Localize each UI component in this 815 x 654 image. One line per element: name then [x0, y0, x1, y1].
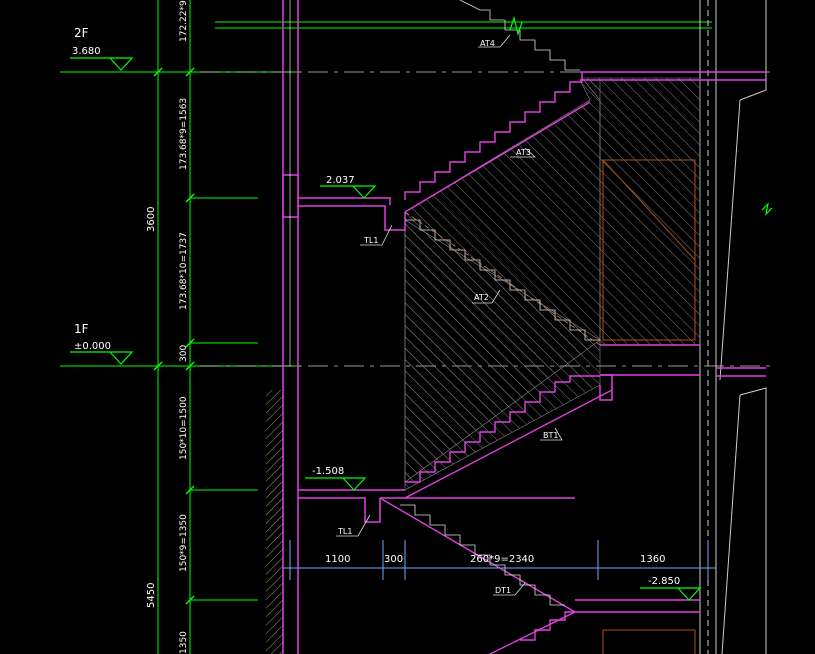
level-b-value: -1.508 — [312, 466, 344, 477]
level-2f-name: 2F — [74, 26, 89, 40]
landing-hatch — [581, 77, 701, 346]
vdim-3: 173.68*10=1737 — [179, 232, 189, 310]
level-1f-value: ±0.000 — [74, 341, 111, 352]
hdim-3: 260*9=2340 — [470, 554, 534, 565]
level-1f-name: 1F — [74, 322, 89, 336]
vdim-1: 172.22*9 — [179, 0, 189, 42]
hdim-2: 300 — [384, 554, 403, 565]
label-bt1: BT1 — [543, 431, 558, 440]
level-c-value: -2.850 — [648, 576, 680, 587]
level-a-value: 2.037 — [326, 175, 355, 186]
label-dt1: DT1 — [495, 586, 511, 595]
break-line-right — [761, 202, 773, 216]
hdim-4: 1360 — [640, 554, 665, 565]
label-at4: AT4 — [480, 39, 495, 48]
hdim-1: 1100 — [325, 554, 350, 565]
vdim-6: 150*9=1350 — [179, 514, 189, 572]
label-tl1-lower: TL1 — [337, 527, 352, 536]
level-2f-value: 3.680 — [72, 46, 101, 57]
overall-dim-lower: 5450 — [146, 583, 157, 608]
stair-section-drawing: 2F 3.680 1F ±0.000 2.037 -1.508 -2.850 1… — [60, 0, 773, 654]
overall-dim-upper: 3600 — [146, 207, 157, 232]
vdim-4: 300 — [179, 345, 189, 362]
label-at3: AT3 — [516, 148, 531, 157]
vdim-2: 173.68*9=1563 — [179, 98, 189, 170]
vdim-5: 150*10=1500 — [179, 396, 189, 460]
label-tl1-upper: TL1 — [363, 236, 378, 245]
right-walls — [699, 0, 767, 654]
label-at2: AT2 — [474, 293, 489, 302]
earth-hatch — [266, 390, 283, 654]
vdim-7: 1350 — [179, 631, 189, 654]
